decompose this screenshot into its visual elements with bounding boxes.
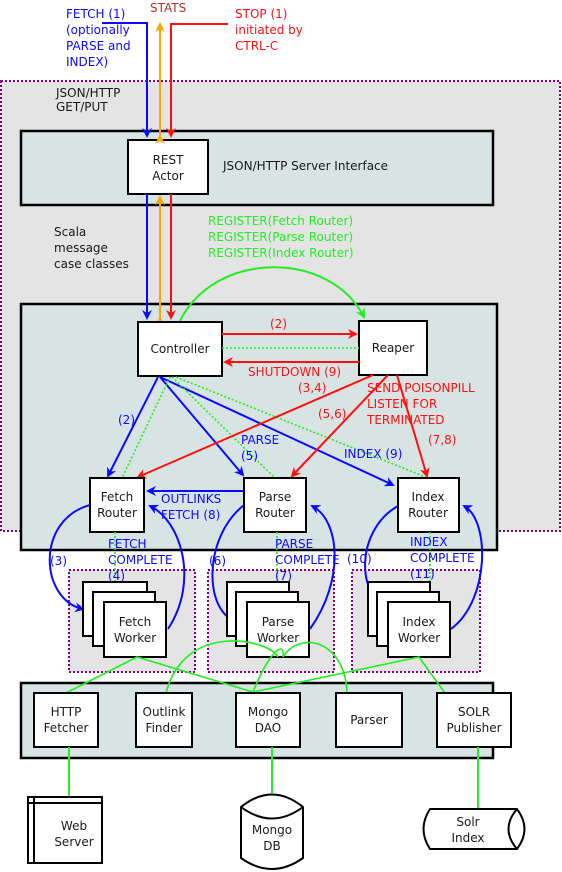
parse-label-2: (5) <box>241 449 258 463</box>
msg-ctrl-reaper: (2) <box>270 317 287 331</box>
index-router-label-1: Index <box>411 490 444 504</box>
index-complete-2: COMPLETE <box>410 551 475 565</box>
rest-actor-box[interactable] <box>127 139 209 195</box>
json-http-label-1: JSON/HTTP <box>55 86 120 100</box>
mongo-db-label-1: Mongo <box>252 823 292 837</box>
index-router-box[interactable] <box>397 477 460 533</box>
outlinks-label-1: OUTLINKS <box>161 492 221 506</box>
mongo-dao-label-1: Mongo <box>248 705 288 719</box>
solr-publisher-label-1: SOLR <box>458 705 490 719</box>
msg-3: (3) <box>50 554 67 568</box>
http-fetcher-box[interactable] <box>33 692 99 748</box>
scala-label-2: message <box>54 241 108 255</box>
msg-34: (3,4) <box>298 381 326 395</box>
fetch-worker-label-2: Worker <box>114 631 156 645</box>
register-fetch-router: REGISTER(Fetch Router) <box>208 214 353 228</box>
poison-label-2: LISTEN FOR <box>367 397 437 411</box>
rest-actor-label-2: Actor <box>152 169 184 183</box>
parse-router-label-2: Router <box>255 506 295 520</box>
fetch-router-label-1: Fetch <box>101 490 134 504</box>
msg-10: (10) <box>347 552 372 566</box>
web-server-label-2: Server <box>54 835 93 849</box>
msg-ctrl-fetch: (2) <box>118 413 135 427</box>
outlink-finder-label-2: Finder <box>146 721 183 735</box>
poison-label-1: SEND POISONPILL <box>367 381 475 395</box>
fetch-label-2: (optionally <box>66 23 130 37</box>
json-http-label-2: GET/PUT <box>56 100 108 114</box>
fetch-router-label-2: Router <box>97 506 137 520</box>
controller-label: Controller <box>150 342 209 356</box>
index-router-label-2: Router <box>408 506 448 520</box>
index-worker-label-1: Index <box>402 615 435 629</box>
fetch-complete-3: (4) <box>108 569 125 583</box>
msg-56: (5,6) <box>318 407 346 421</box>
index-label: INDEX (9) <box>344 447 402 461</box>
parse-router-box[interactable] <box>243 477 307 533</box>
fetch-router-box[interactable] <box>89 477 145 533</box>
parse-worker-label-2: Worker <box>257 631 299 645</box>
solr-index-label-2: Index <box>451 831 484 845</box>
msg-shutdown: SHUTDOWN (9) <box>248 365 341 379</box>
fetch-label-3: PARSE and <box>66 39 131 53</box>
solr-publisher-box[interactable] <box>436 692 512 748</box>
stop-label-3: CTRL-C <box>235 39 278 53</box>
parser-label: Parser <box>350 713 388 727</box>
web-server-label-1: Web <box>61 819 87 833</box>
reaper-label: Reaper <box>372 341 415 355</box>
scala-label-1: Scala <box>54 225 86 239</box>
fetch-label-4: INDEX) <box>66 55 108 69</box>
scala-label-3: case classes <box>54 257 129 271</box>
fetch-label-1: FETCH (1) <box>66 7 125 21</box>
fetch-complete-2: COMPLETE <box>108 553 173 567</box>
mongo-dao-box[interactable] <box>235 692 301 748</box>
register-parse-router: REGISTER(Parse Router) <box>208 230 353 244</box>
solr-index-label-1: Solr <box>456 815 479 829</box>
register-index-router: REGISTER(Index Router) <box>208 246 354 260</box>
parse-complete-2: COMPLETE <box>275 553 340 567</box>
outlink-finder-box[interactable] <box>135 692 193 748</box>
fetch-worker-label-1: Fetch <box>119 615 152 629</box>
parse-router-label-1: Parse <box>259 490 292 504</box>
outlinks-label-2: FETCH (8) <box>161 508 220 522</box>
stats-label: STATS <box>150 1 186 15</box>
rest-actor-label-1: REST <box>153 153 185 167</box>
msg-78: (7,8) <box>428 433 456 447</box>
stop-label-1: STOP (1) <box>235 7 287 21</box>
mongo-dao-label-2: DAO <box>255 721 281 735</box>
outlink-finder-label-1: Outlink <box>143 705 186 719</box>
stop-label-2: initiated by <box>235 23 303 37</box>
index-complete-1: INDEX <box>410 535 448 549</box>
parse-complete-3: (7) <box>275 569 292 583</box>
fetch-complete-1: FETCH <box>108 537 147 551</box>
architecture-diagram: JSON/HTTP GET/PUT REST Actor JSON/HTTP S… <box>0 1 561 870</box>
http-fetcher-label-1: HTTP <box>51 705 82 719</box>
mongo-db-label-2: DB <box>263 839 280 853</box>
server-interface-label: JSON/HTTP Server Interface <box>222 159 388 173</box>
parse-label-1: PARSE <box>241 433 279 447</box>
msg-6: (6) <box>209 554 226 568</box>
solr-publisher-label-2: Publisher <box>446 721 501 735</box>
index-complete-3: (11) <box>410 567 435 581</box>
parse-worker-label-1: Parse <box>262 615 295 629</box>
poison-label-3: TERMINATED <box>366 413 445 427</box>
http-fetcher-label-2: Fetcher <box>44 721 89 735</box>
index-worker-label-2: Worker <box>398 631 440 645</box>
parse-complete-1: PARSE <box>275 537 313 551</box>
